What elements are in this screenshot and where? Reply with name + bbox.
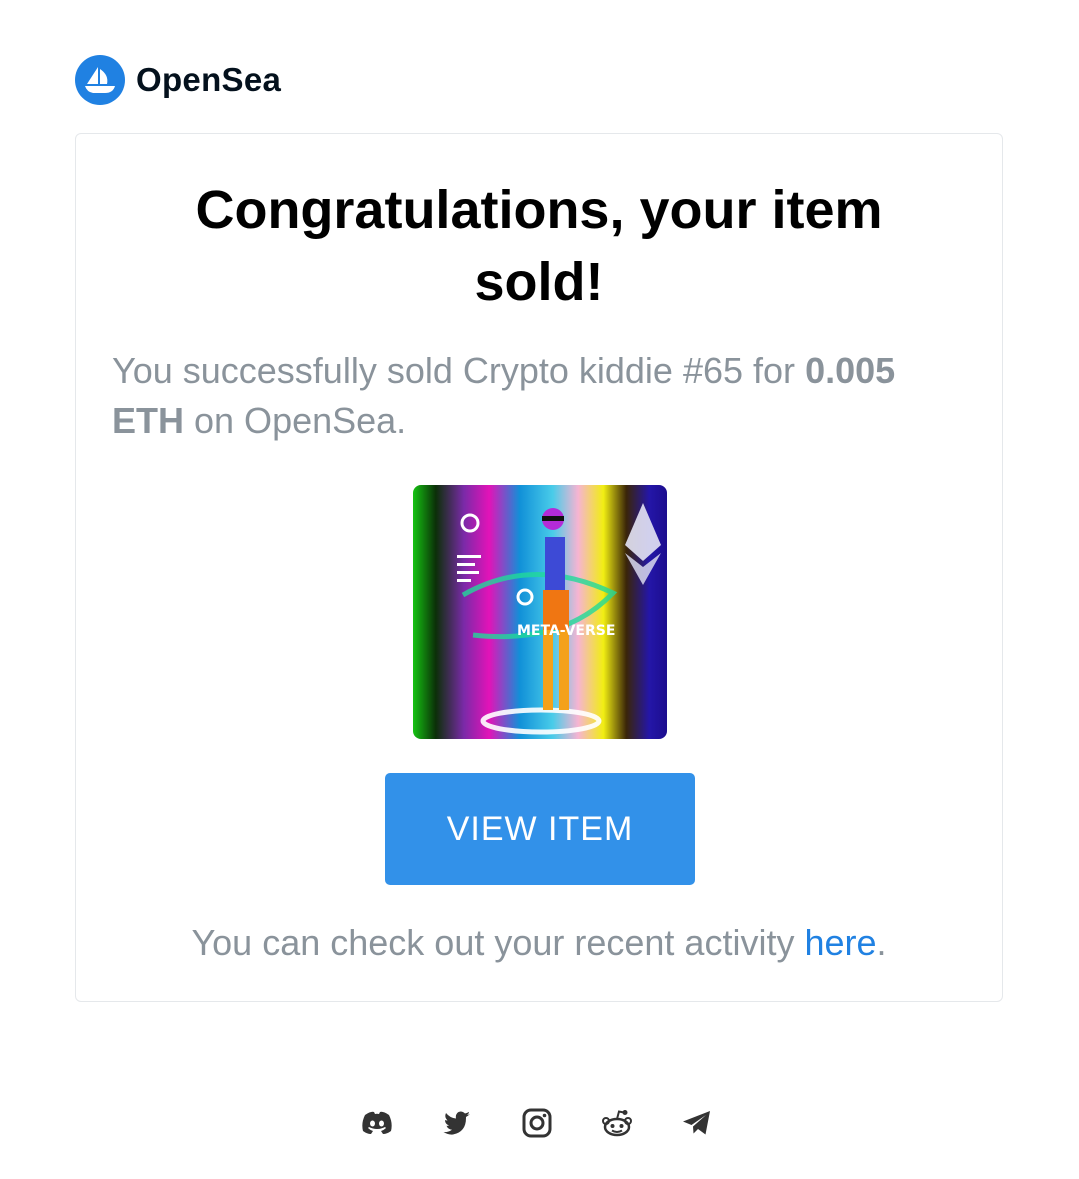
nft-image-caption: META-VERSE [517,623,615,639]
discord-icon[interactable] [360,1106,394,1140]
page-title: Congratulations, your item sold! [195,180,883,312]
activity-note: You can check out your recent activity h… [76,918,1002,968]
activity-suffix: . [876,922,887,963]
message-prefix: You successfully sold Crypto kiddie #65 … [112,350,796,391]
sale-notification-card: Congratulations, your item sold! You suc… [75,133,1003,1002]
activity-prefix: You can check out your recent activity [191,922,795,963]
opensea-boat-icon [75,55,125,105]
instagram-icon[interactable] [520,1106,554,1140]
social-links [360,1106,714,1140]
activity-link[interactable]: here [804,922,876,963]
brand-name: OpenSea [136,61,282,98]
sale-message: You successfully sold Crypto kiddie #65 … [112,346,972,446]
brand-header[interactable]: OpenSea [75,55,281,105]
message-suffix: on OpenSea. [194,400,407,441]
nft-item-image[interactable]: META-VERSE [413,485,667,739]
reddit-icon[interactable] [600,1106,634,1140]
telegram-icon[interactable] [680,1106,714,1140]
view-item-button[interactable]: VIEW ITEM [385,773,695,885]
twitter-icon[interactable] [440,1106,474,1140]
